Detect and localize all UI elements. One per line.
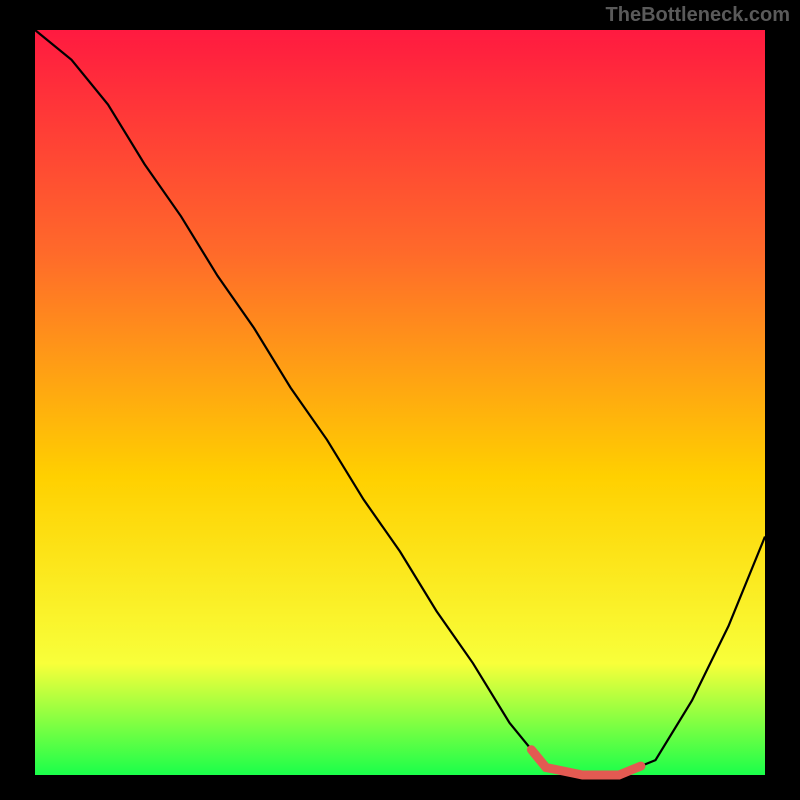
chart-container: TheBottleneck.com: [0, 0, 800, 800]
chart-plot-area: [35, 30, 765, 775]
attribution-label: TheBottleneck.com: [606, 4, 790, 27]
bottleneck-chart: [0, 0, 800, 800]
